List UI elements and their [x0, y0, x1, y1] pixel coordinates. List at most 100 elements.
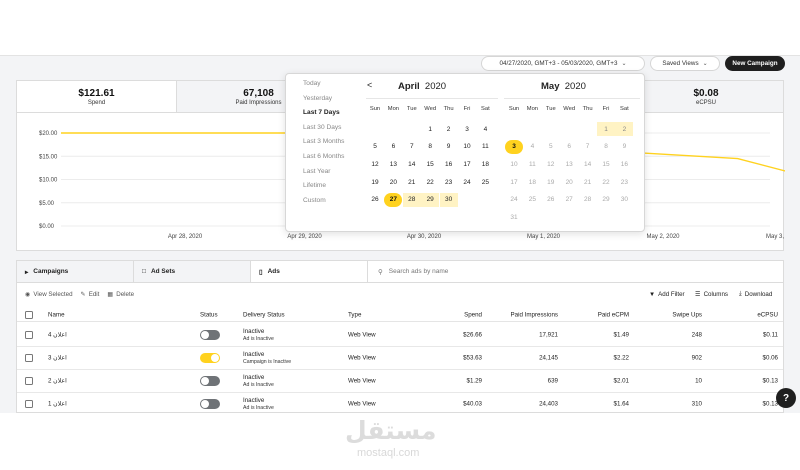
calendar-day[interactable]: 14 [403, 157, 421, 171]
calendar-day[interactable]: 26 [366, 193, 384, 207]
status-toggle[interactable] [200, 352, 220, 363]
stat-card-spend[interactable]: $121.61 Spend [17, 81, 177, 112]
calendar-day[interactable]: 13 [560, 157, 578, 171]
date-range-picker-button[interactable]: 04/27/2020, GMT+3 - 05/03/2020, GMT+3 ⌄ [481, 56, 645, 71]
add-filter-button[interactable]: ▼ Add Filter [649, 291, 685, 298]
calendar-day[interactable]: 30 [439, 192, 458, 207]
row-checkbox[interactable] [25, 376, 33, 385]
calendar-day[interactable]: 23 [615, 175, 633, 189]
ad-name[interactable]: اعلان 1 [48, 400, 67, 407]
calendar-day[interactable]: 4 [476, 122, 494, 136]
calendar-day[interactable]: 22 [597, 175, 615, 189]
new-campaign-button[interactable]: New Campaign [725, 56, 785, 71]
calendar-day[interactable]: 3 [458, 122, 476, 136]
preset-option[interactable]: Lifetime [303, 182, 326, 189]
tab-campaigns[interactable]: ▸ Campaigns [17, 261, 134, 282]
calendar-day[interactable]: 25 [476, 175, 494, 189]
calendar-day[interactable]: 17 [458, 157, 476, 171]
calendar-day[interactable]: 18 [476, 157, 494, 171]
calendar-day[interactable]: 13 [384, 157, 402, 171]
calendar-day[interactable]: 16 [440, 157, 458, 171]
col-name[interactable]: Name [48, 311, 65, 318]
calendar-day[interactable]: 2 [615, 122, 634, 136]
calendar-day[interactable]: 24 [505, 193, 523, 207]
calendar-day[interactable]: 15 [421, 157, 439, 171]
table-row[interactable]: اعلان 3 Inactive Campaign is Inactive Web V… [17, 346, 783, 370]
preset-option[interactable]: Custom [303, 197, 326, 204]
preset-option[interactable]: Yesterday [303, 95, 332, 102]
edit-button[interactable]: ✎ Edit [81, 291, 100, 298]
preset-option[interactable]: Last Year [303, 168, 331, 175]
calendar-day[interactable]: 29 [597, 193, 615, 207]
calendar-day[interactable]: 5 [542, 140, 560, 154]
table-row[interactable]: اعلان 2 Inactive Ad is Inactive Web View $1.… [17, 369, 783, 393]
saved-views-dropdown[interactable]: Saved Views ⌄ [650, 56, 720, 71]
col-delivery-status[interactable]: Delivery Status [243, 311, 285, 318]
calendar-day[interactable]: 6 [384, 140, 402, 154]
calendar-day[interactable]: 25 [523, 193, 541, 207]
preset-option[interactable]: Last 7 Days [303, 109, 340, 116]
col-paid-ecpm[interactable]: Paid eCPM [598, 311, 629, 318]
calendar-day[interactable]: 12 [542, 157, 560, 171]
row-checkbox[interactable] [25, 353, 33, 362]
tab-ad-sets[interactable]: □ Ad Sets [134, 261, 251, 282]
calendar-day[interactable]: 10 [458, 140, 476, 154]
calendar-day[interactable]: 10 [505, 157, 523, 171]
calendar-day[interactable]: 16 [615, 157, 633, 171]
calendar-day[interactable]: 28 [402, 192, 421, 207]
calendar-day[interactable]: 29 [421, 192, 440, 207]
calendar-day[interactable]: 31 [505, 211, 523, 225]
col-spend[interactable]: Spend [464, 311, 482, 318]
calendar-day[interactable]: 18 [523, 175, 541, 189]
calendar-day[interactable]: 27 [560, 193, 578, 207]
calendar-day[interactable]: 20 [384, 175, 402, 189]
col-type[interactable]: Type [348, 311, 361, 318]
calendar-day[interactable]: 11 [476, 140, 494, 154]
calendar-day[interactable]: 26 [542, 193, 560, 207]
ad-name[interactable]: اعلان 2 [48, 377, 67, 384]
preset-option[interactable]: Last 6 Months [303, 153, 344, 160]
search-ads-input[interactable]: ⚲ Search ads by name [368, 261, 783, 282]
delete-button[interactable]: ▦ Delete [107, 291, 134, 298]
col-paid-impressions[interactable]: Paid Impressions [511, 311, 558, 318]
col-swipe-ups[interactable]: Swipe Ups [672, 311, 702, 318]
calendar-day[interactable]: 7 [403, 140, 421, 154]
calendar-day[interactable]: 8 [421, 140, 439, 154]
calendar-day[interactable]: 19 [366, 175, 384, 189]
prev-month-button[interactable]: < [367, 80, 372, 90]
calendar-day[interactable]: 28 [579, 193, 597, 207]
calendar-day[interactable]: 21 [579, 175, 597, 189]
calendar-day[interactable]: 7 [579, 140, 597, 154]
calendar-day[interactable]: 11 [523, 157, 541, 171]
view-selected-button[interactable]: ◉ View Selected [25, 291, 73, 298]
calendar-day[interactable]: 21 [403, 175, 421, 189]
calendar-day[interactable]: 24 [458, 175, 476, 189]
calendar-day[interactable]: 17 [505, 175, 523, 189]
help-button[interactable]: ? [776, 388, 796, 408]
calendar-day[interactable]: 12 [366, 157, 384, 171]
calendar-day[interactable]: 30 [615, 193, 633, 207]
table-row[interactable]: اعلان 4 Inactive Ad is Inactive Web View $26… [17, 323, 783, 347]
status-toggle[interactable] [200, 398, 220, 409]
stat-card-ecpsu[interactable]: $0.08 eCPSU [629, 81, 783, 112]
calendar-day[interactable]: 8 [597, 140, 615, 154]
calendar-day[interactable]: 20 [560, 175, 578, 189]
status-toggle[interactable] [200, 329, 220, 340]
calendar-day[interactable]: 14 [579, 157, 597, 171]
download-button[interactable]: ⤓ Download [739, 290, 772, 298]
calendar-day[interactable]: 9 [440, 140, 458, 154]
columns-button[interactable]: ☰ Columns [695, 291, 728, 298]
col-status[interactable]: Status [200, 311, 218, 318]
calendar-day[interactable]: 23 [440, 175, 458, 189]
preset-option[interactable]: Last 30 Days [303, 124, 341, 131]
row-checkbox[interactable] [25, 399, 33, 408]
calendar-day[interactable]: 3 [505, 139, 523, 154]
calendar-day[interactable]: 22 [421, 175, 439, 189]
calendar-day[interactable]: 2 [440, 122, 458, 136]
calendar-day[interactable]: 4 [523, 140, 541, 154]
status-toggle[interactable] [200, 375, 220, 386]
preset-option[interactable]: Today [303, 80, 321, 87]
table-row[interactable]: اعلان 1 Inactive Ad is Inactive Web View $40… [17, 392, 783, 412]
ad-name[interactable]: اعلان 4 [48, 331, 67, 338]
calendar-day[interactable]: 5 [366, 140, 384, 154]
